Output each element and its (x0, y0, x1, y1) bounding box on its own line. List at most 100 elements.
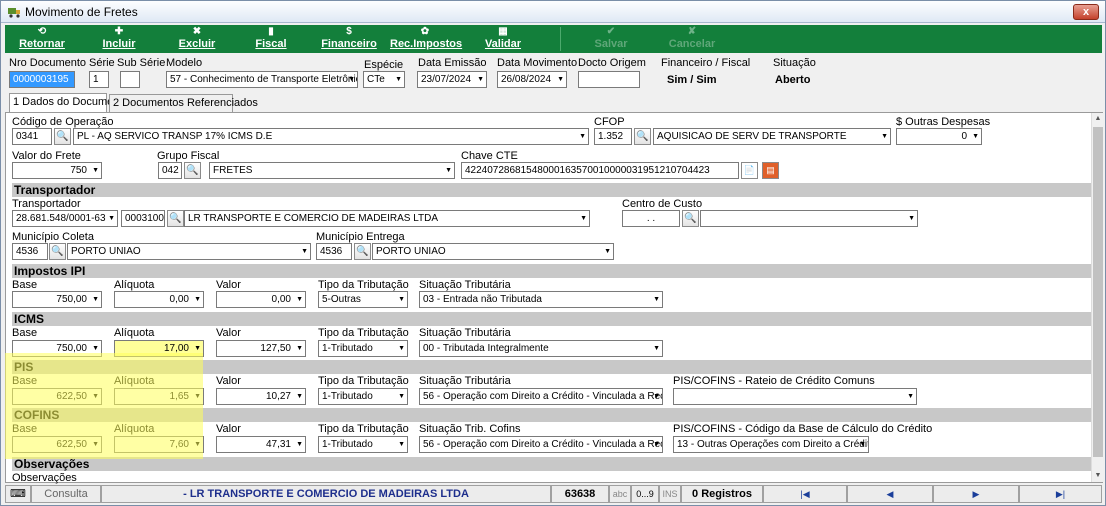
municipio-entrega-select[interactable]: PORTO UNIAO ▼ (372, 243, 614, 260)
section-pis: PIS (12, 360, 1091, 374)
chevron-down-icon: ▼ (92, 296, 99, 303)
tab-dados-documento[interactable]: 1 Dados do Documento (9, 93, 129, 112)
municipio-coleta-code-input[interactable]: 4536 (12, 243, 48, 260)
icms-tipo-select[interactable]: 1-Tributado ▼ (318, 340, 408, 357)
situacao-label: Situação (773, 57, 816, 69)
incluir-button[interactable]: ✚ Incluir (97, 26, 141, 52)
municipio-coleta-label: Município Coleta (12, 231, 94, 243)
cofins-aliquota-input[interactable]: 7,60 ▼ (114, 436, 204, 453)
next-record-icon[interactable]: ▶ (933, 485, 1019, 503)
rec-impostos-button[interactable]: ✿ Rec.Impostos (390, 26, 462, 52)
last-record-icon[interactable]: ▶| (1019, 485, 1102, 503)
document-search-icon[interactable]: 📄 (741, 162, 758, 179)
modelo-select[interactable]: 57 - Conhecimento de Transporte Eletrôni… (166, 71, 358, 88)
search-icon[interactable]: 🔍 (682, 210, 699, 227)
ipi-situacao-select[interactable]: 03 - Entrada não Tributada ▼ (419, 291, 663, 308)
pdf-icon[interactable]: ▤ (762, 162, 779, 179)
nro-documento-input[interactable]: 0000003195 (9, 71, 75, 88)
search-icon[interactable]: 🔍 (634, 128, 651, 145)
excluir-button[interactable]: ✖ Excluir (175, 26, 219, 52)
pis-rateio-select[interactable]: ▼ (673, 388, 917, 405)
ipi-situacao-label: Situação Tributária (419, 279, 511, 291)
ipi-tipo-select[interactable]: 5-Outras ▼ (318, 291, 408, 308)
scroll-thumb[interactable] (1093, 127, 1103, 457)
prev-record-icon[interactable]: ◀ (847, 485, 933, 503)
first-record-icon[interactable]: |◀ (763, 485, 847, 503)
scroll-up-icon[interactable]: ▲ (1092, 113, 1104, 125)
cofins-codigo-base-select[interactable]: 13 - Outras Operações com Direito a Créd… (673, 436, 869, 453)
main-window: Movimento de Fretes x ⟲ Retornar ✚ Incluir… (0, 0, 1106, 506)
close-button[interactable]: x (1073, 4, 1099, 20)
docto-origem-input[interactable] (578, 71, 640, 88)
ipi-valor-input[interactable]: 0,00 ▼ (216, 291, 306, 308)
pis-base-input[interactable]: 622,50 ▼ (12, 388, 102, 405)
pis-situacao-select[interactable]: 56 - Operação com Direito a Crédito - Vi… (419, 388, 663, 405)
serie-input[interactable]: 1 (89, 71, 109, 88)
search-icon[interactable]: 🔍 (354, 243, 371, 260)
financeiro-button[interactable]: $ Financeiro (321, 26, 377, 52)
valor-frete-input[interactable]: 750 ▼ (12, 162, 102, 179)
sub-serie-input[interactable] (120, 71, 140, 88)
cancelar-button[interactable]: ✘ Cancelar (667, 26, 717, 52)
retornar-button[interactable]: ⟲ Retornar (11, 26, 73, 52)
icms-aliquota-input[interactable]: 17,00 ▼ (114, 340, 204, 357)
search-icon[interactable]: 🔍 (49, 243, 66, 260)
data-emissao-label: Data Emissão (418, 57, 487, 69)
validar-button[interactable]: ▦ Validar (481, 26, 525, 52)
data-emissao-input[interactable]: 23/07/2024 ▼ (417, 71, 487, 88)
cofins-base-input[interactable]: 622,50 ▼ (12, 436, 102, 453)
chevron-down-icon: ▼ (296, 393, 303, 400)
pis-valor-input[interactable]: 10,27 ▼ (216, 388, 306, 405)
cofins-valor-input[interactable]: 47,31 ▼ (216, 436, 306, 453)
section-icms: ICMS (12, 312, 1091, 326)
window-title: Movimento de Fretes (25, 5, 138, 19)
document-panel: Código de Operação 0341 🔍 PL - AQ SERVIC… (5, 112, 1103, 484)
centro-custo-select[interactable]: ▼ (700, 210, 918, 227)
icms-situacao-select[interactable]: 00 - Tributada Integralmente ▼ (419, 340, 663, 357)
truck-app-icon (8, 8, 20, 18)
municipio-coleta-select[interactable]: PORTO UNIAO ▼ (67, 243, 311, 260)
pis-situacao-label: Situação Tributária (419, 375, 511, 387)
municipio-entrega-code-input[interactable]: 4536 (316, 243, 352, 260)
vertical-scrollbar[interactable]: ▲ ▼ (1091, 113, 1103, 482)
outras-despesas-input[interactable]: 0 ▼ (896, 128, 982, 145)
chevron-down-icon: ▼ (92, 345, 99, 352)
chevron-down-icon: ▼ (194, 393, 201, 400)
chave-cte-input[interactable]: 4224072868154800016357001000003195121070… (461, 162, 739, 179)
chevron-down-icon: ▼ (92, 167, 99, 174)
transportador-cnpj-select[interactable]: 28.681.548/0001-63 ▼ (12, 210, 118, 227)
grupo-fiscal-code-input[interactable]: 042 (158, 162, 182, 179)
status-bar: ⌨ Consulta - LR TRANSPORTE E COMERCIO DE… (5, 485, 1102, 503)
transportador-code-input[interactable]: 0003100 (121, 210, 165, 227)
cfop-select[interactable]: AQUISICAO DE SERV DE TRANSPORTE ▼ (653, 128, 891, 145)
fiscal-button[interactable]: ▮ Fiscal (253, 26, 289, 52)
cfop-code-input[interactable]: 1.352 (594, 128, 632, 145)
search-icon[interactable]: 🔍 (54, 128, 71, 145)
status-ins: INS (659, 485, 681, 503)
cofins-tipo-select[interactable]: 1-Tributado ▼ (318, 436, 408, 453)
status-code: 63638 (551, 485, 609, 503)
scroll-down-icon[interactable]: ▼ (1092, 470, 1104, 482)
data-movimento-input[interactable]: 26/08/2024 ▼ (497, 71, 567, 88)
ipi-base-input[interactable]: 750,00 ▼ (12, 291, 102, 308)
search-icon[interactable]: 🔍 (184, 162, 201, 179)
transportador-name-select[interactable]: LR TRANSPORTE E COMERCIO DE MADEIRAS LTD… (184, 210, 590, 227)
cofins-situacao-select[interactable]: 56 - Operação com Direito a Crédito - Vi… (419, 436, 663, 453)
icms-valor-label: Valor (216, 327, 241, 339)
icms-base-input[interactable]: 750,00 ▼ (12, 340, 102, 357)
chevron-down-icon: ▼ (296, 441, 303, 448)
pis-aliquota-input[interactable]: 1,65 ▼ (114, 388, 204, 405)
cod-operacao-code-input[interactable]: 0341 (12, 128, 52, 145)
salvar-button[interactable]: ✔ Salvar (591, 26, 631, 52)
centro-custo-code-input[interactable]: . . (622, 210, 680, 227)
search-icon[interactable]: 🔍 (167, 210, 184, 227)
document-icon: ▮ (268, 26, 274, 37)
ipi-aliquota-input[interactable]: 0,00 ▼ (114, 291, 204, 308)
tab-documentos-referenciados[interactable]: 2 Documentos Referenciados (109, 94, 258, 112)
cod-operacao-select[interactable]: PL - AQ SERVICO TRANSP 17% ICMS D.E ▼ (73, 128, 589, 145)
especie-select[interactable]: CTe ▼ (363, 71, 405, 88)
icms-valor-input[interactable]: 127,50 ▼ (216, 340, 306, 357)
pis-tipo-select[interactable]: 1-Tributado ▼ (318, 388, 408, 405)
grupo-fiscal-select[interactable]: FRETES ▼ (209, 162, 455, 179)
observacoes-label: Observações (12, 472, 77, 484)
